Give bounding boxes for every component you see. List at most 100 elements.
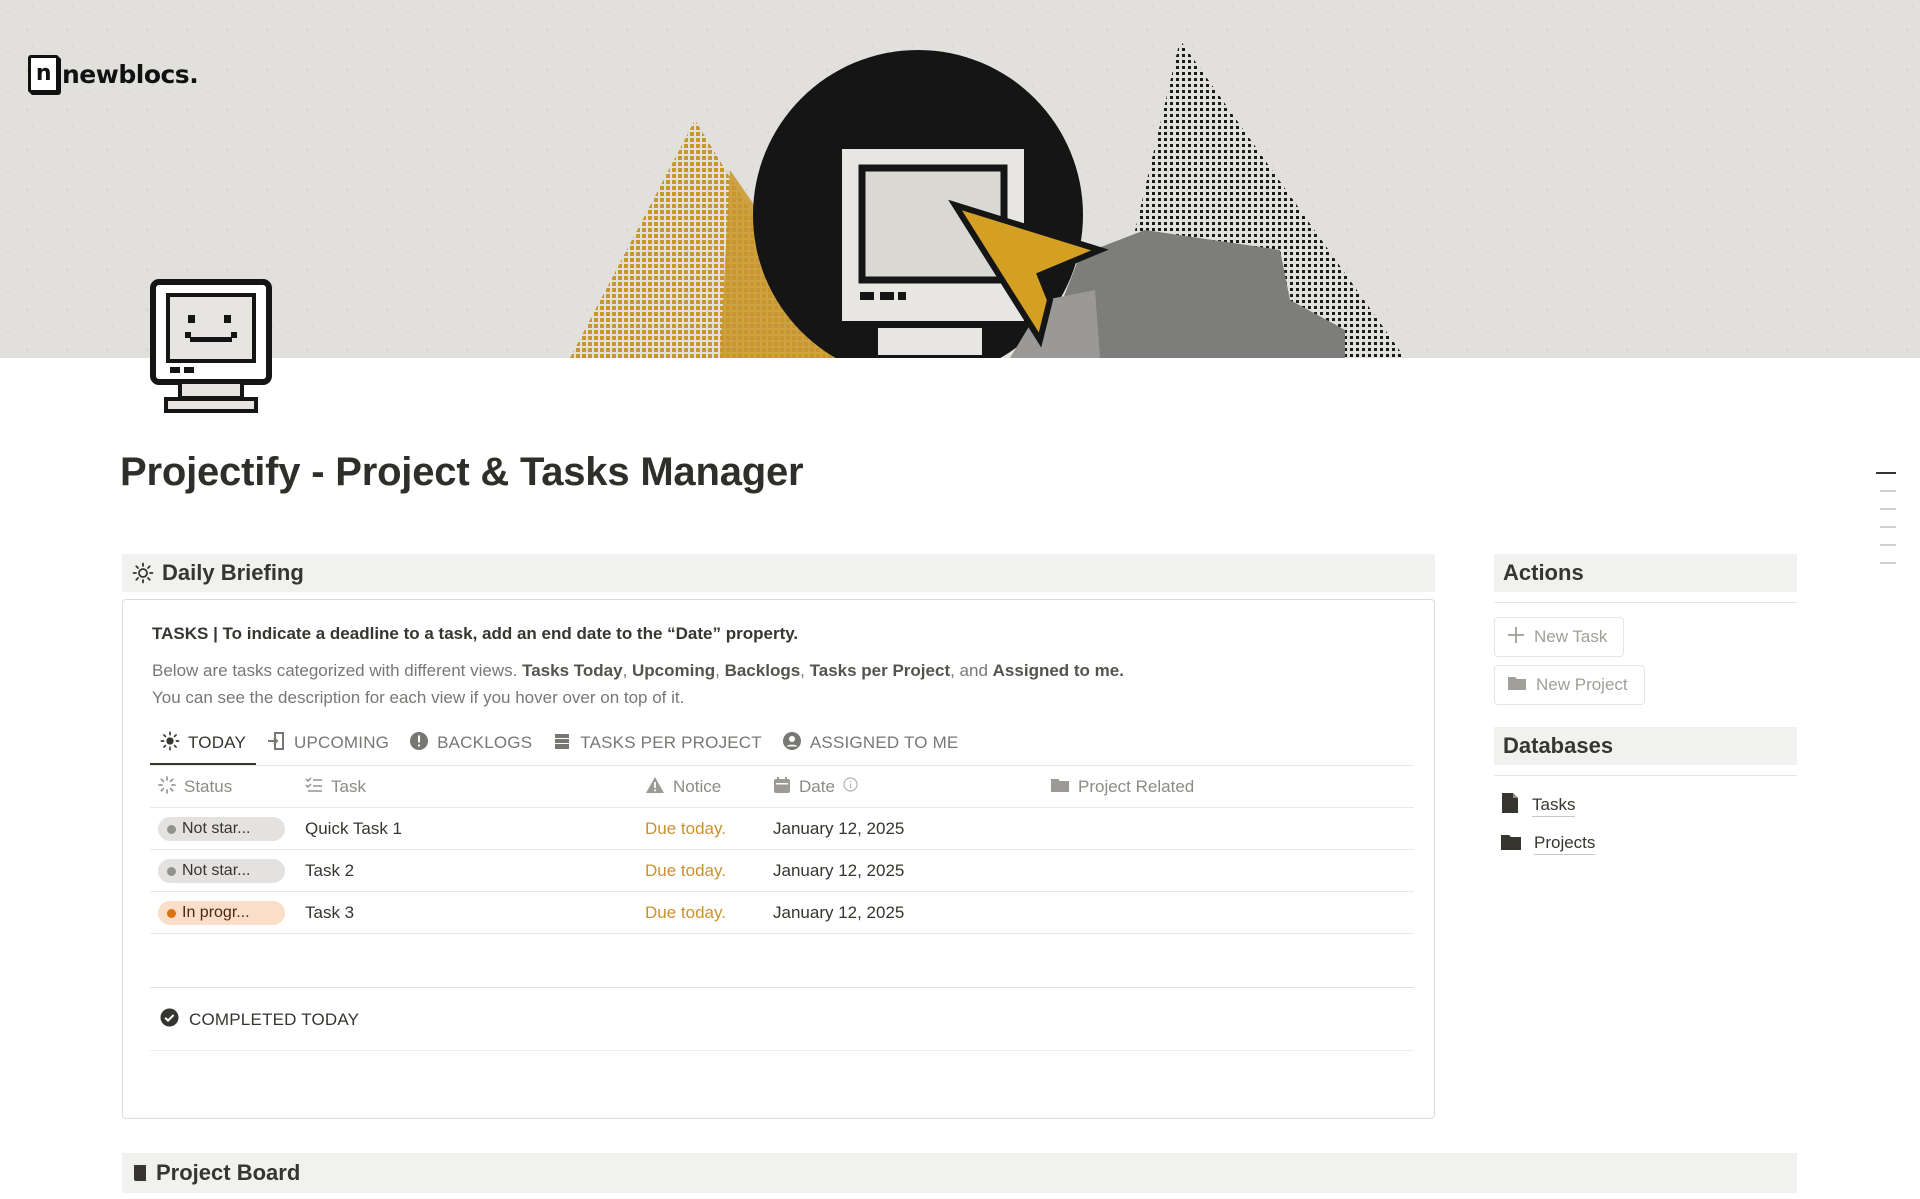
column-date[interactable]: Date — [773, 766, 858, 808]
column-label: Date — [799, 777, 835, 796]
databases-header: Databases — [1494, 727, 1797, 765]
notice-text: Due today. — [645, 819, 726, 838]
stack-icon — [552, 731, 572, 756]
view-name-upcoming: Upcoming — [632, 661, 716, 680]
calendar-icon — [773, 776, 791, 799]
tab-label: TASKS PER PROJECT — [580, 733, 762, 752]
status-cell[interactable]: In progr... — [158, 892, 285, 934]
info-icon[interactable] — [843, 777, 858, 797]
status-text: Not star... — [182, 862, 251, 879]
folder-icon — [1050, 776, 1070, 798]
warning-icon — [645, 776, 665, 799]
column-notice[interactable]: Notice — [645, 766, 721, 808]
status-cell[interactable]: Not star... — [158, 808, 285, 850]
project-board-title: Project Board — [156, 1160, 301, 1185]
new-project-button[interactable]: New Project — [1494, 665, 1645, 705]
toc-item[interactable] — [1880, 490, 1896, 492]
toc-item[interactable] — [1880, 562, 1896, 564]
folder-icon — [1507, 674, 1527, 696]
column-label: Notice — [673, 777, 722, 796]
status-badge: In progr... — [158, 901, 285, 925]
tab-today[interactable]: TODAY — [150, 720, 256, 766]
column-task[interactable]: Task — [305, 766, 366, 808]
desc-line2: You can see the description for each vie… — [152, 688, 685, 707]
actions-title: Actions — [1503, 560, 1584, 585]
task-name[interactable]: Task 3 — [305, 892, 354, 934]
desc-sep: , — [622, 661, 633, 680]
table-row[interactable]: Not star... Task 2 Due today. January 12… — [150, 850, 1414, 892]
desc-prefix: Below are tasks categorized with differe… — [152, 661, 523, 680]
computer-icon[interactable] — [148, 277, 274, 415]
user-circle-icon — [782, 731, 802, 756]
page-title: Projectify - Project & Tasks Manager — [120, 450, 804, 494]
date-text[interactable]: January 12, 2025 — [773, 892, 904, 934]
toc-item[interactable] — [1880, 526, 1896, 528]
door-arrow-icon — [266, 731, 286, 756]
exclamation-circle-icon — [409, 731, 429, 756]
daily-briefing-title: Daily Briefing — [162, 560, 304, 585]
sun-icon — [160, 731, 180, 756]
status-dot — [167, 824, 176, 834]
view-name-assigned: Assigned to me. — [992, 661, 1124, 680]
desc-sep: , — [800, 661, 810, 680]
loader-icon — [158, 775, 176, 799]
new-task-button[interactable]: New Task — [1494, 617, 1625, 657]
table-of-contents[interactable] — [1876, 472, 1896, 580]
tab-upcoming[interactable]: UPCOMING — [256, 720, 399, 766]
cover-illustration — [0, 0, 1920, 358]
toc-item[interactable] — [1880, 544, 1896, 546]
tab-assigned-to-me[interactable]: ASSIGNED TO ME — [772, 720, 969, 766]
date-text[interactable]: January 12, 2025 — [773, 808, 904, 850]
view-name-tasks-per-project: Tasks per Project — [809, 661, 951, 680]
toc-item[interactable] — [1876, 472, 1896, 474]
notice-text: Due today. — [645, 903, 726, 922]
database-label: Tasks — [1532, 795, 1576, 817]
project-board-header: Project Board — [122, 1153, 1797, 1193]
date-text[interactable]: January 12, 2025 — [773, 850, 904, 892]
completed-today-label: COMPLETED TODAY — [189, 1010, 360, 1029]
database-label: Projects — [1534, 833, 1596, 855]
database-link-tasks[interactable]: Tasks — [1500, 792, 1576, 819]
completed-today-toggle[interactable]: COMPLETED TODAY — [160, 1008, 359, 1032]
book-icon — [132, 1164, 148, 1182]
task-name[interactable]: Quick Task 1 — [305, 808, 402, 850]
status-dot — [167, 908, 176, 918]
table-row[interactable]: Not star... Quick Task 1 Due today. Janu… — [150, 808, 1414, 850]
column-status[interactable]: Status — [158, 766, 232, 808]
desc-sep: , — [715, 661, 725, 680]
status-cell[interactable]: Not star... — [158, 850, 285, 892]
databases-title: Databases — [1503, 733, 1614, 758]
databases-divider — [1494, 775, 1797, 776]
column-project-related[interactable]: Project Related — [1050, 766, 1194, 808]
status-text: Not star... — [182, 820, 251, 837]
view-name-today: Tasks Today — [522, 661, 623, 680]
status-badge: Not star... — [158, 817, 285, 841]
sun-icon — [132, 562, 154, 584]
status-text: In progr... — [182, 904, 250, 921]
brand-logo: n newblocs. — [28, 55, 199, 93]
briefing-heading: TASKS | To indicate a deadline to a task… — [152, 624, 799, 643]
section-divider — [150, 987, 1414, 988]
cover-banner: n newblocs. — [0, 0, 1920, 358]
actions-header: Actions — [1494, 554, 1797, 592]
table-row[interactable]: In progr... Task 3 Due today. January 12… — [150, 892, 1414, 934]
checklist-icon — [305, 776, 323, 799]
task-name[interactable]: Task 2 — [305, 850, 354, 892]
button-label: New Project — [1536, 675, 1628, 694]
tab-backlogs[interactable]: BACKLOGS — [399, 720, 542, 766]
tasks-table: Status Task Notice Date Project Related … — [150, 766, 1414, 934]
toc-item[interactable] — [1880, 508, 1896, 510]
actions-divider — [1494, 602, 1797, 603]
database-link-projects[interactable]: Projects — [1500, 832, 1596, 856]
folder-icon — [1500, 832, 1522, 856]
button-label: New Task — [1534, 627, 1608, 646]
tab-label: BACKLOGS — [437, 733, 533, 752]
check-circle-icon — [160, 1008, 179, 1032]
tab-label: TODAY — [188, 733, 246, 752]
document-icon — [1500, 792, 1520, 819]
tab-tasks-per-project[interactable]: TASKS PER PROJECT — [542, 720, 772, 766]
column-label: Status — [184, 777, 233, 796]
status-badge: Not star... — [158, 859, 285, 883]
daily-briefing-header: Daily Briefing — [122, 554, 1435, 592]
notice-text: Due today. — [645, 861, 726, 880]
